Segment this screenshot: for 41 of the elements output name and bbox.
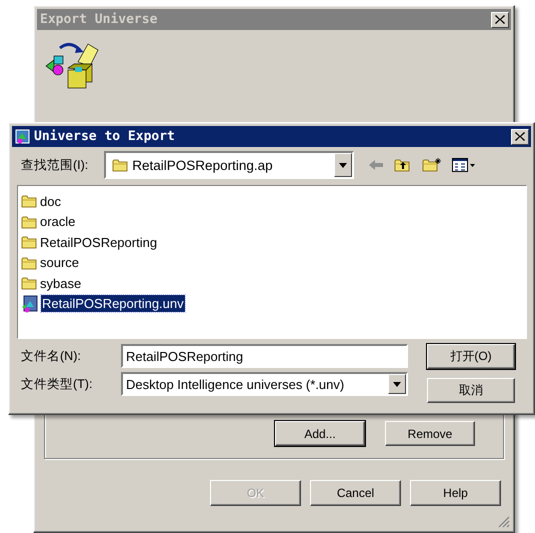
dialog-button[interactable]: Help [410,480,501,506]
dropdown-button[interactable] [388,374,406,394]
file-item[interactable]: RetailPOSReporting [39,234,158,251]
window-title: Universe to Export [34,129,176,144]
close-icon [515,132,525,141]
folder-icon [21,214,37,230]
caret-icon [339,162,348,168]
app-icon [15,128,31,144]
window-title: Export Universe [40,12,158,27]
dialog-button[interactable]: Remove [385,421,475,446]
file-name-field[interactable]: RetailPOSReporting [121,344,408,368]
folder-icon [112,157,128,173]
dialog-button[interactable]: 打开(O) [427,344,515,369]
file-item[interactable]: oracle [39,213,76,230]
new-folder-icon[interactable] [422,157,442,173]
dialog-button[interactable]: Cancel [310,480,401,506]
caret-icon [393,382,401,386]
up-folder-icon[interactable] [394,157,412,173]
file-type-label: 文件类型(T): [21,376,94,392]
export-box-icon [44,40,100,90]
file-item[interactable]: doc [39,192,62,210]
folder-icon [21,234,37,250]
file-type-dropdown[interactable]: Desktop Intelligence universes (*.unv) [121,372,408,396]
look-in-value: RetailPOSReporting.ap [132,158,274,172]
folder-icon [21,275,37,292]
file-name-label: 文件名(N): [21,348,82,364]
file-item[interactable]: sybase [39,274,82,292]
file-item[interactable]: source [39,254,80,272]
dialog-button[interactable]: Add... [275,421,365,446]
dropdown-button[interactable] [334,153,352,177]
resize-grip-icon [498,516,510,528]
close-button[interactable] [511,128,529,144]
close-icon [495,15,505,24]
folder-icon [21,193,37,210]
look-in-dropdown[interactable]: RetailPOSReporting.ap [104,151,354,179]
cube-file-icon [21,294,39,313]
file-item[interactable]: RetailPOSReporting.unv [41,295,185,312]
folder-icon [21,254,37,271]
view-menu-icon[interactable] [452,158,476,172]
dialog-button[interactable]: 取消 [427,378,515,403]
look-in-label: 查找范围(I): [21,156,88,174]
